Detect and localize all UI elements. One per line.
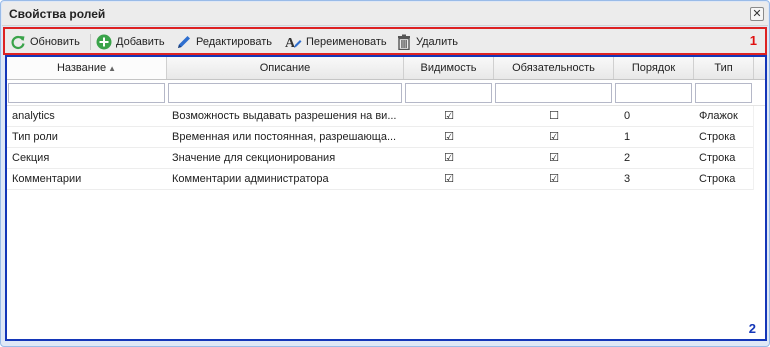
window-titlebar: Свойства ролей ✕ <box>2 2 768 26</box>
refresh-button[interactable]: Обновить <box>10 32 80 51</box>
cell-order: 1 <box>624 131 631 143</box>
delete-icon <box>398 34 410 50</box>
table-row[interactable]: Тип роли Временная или постоянная, разре… <box>7 127 753 148</box>
cell-name: Тип роли <box>12 131 58 143</box>
cell-description: Временная или постоянная, разрешающа... <box>172 131 397 143</box>
cell-type: Строка <box>699 152 736 164</box>
grid-header: Название ▲ Описание Видимость Обязательно… <box>7 57 765 80</box>
close-icon: ✕ <box>752 7 762 20</box>
close-button[interactable]: ✕ <box>750 7 764 21</box>
cell-description: Значение для секционирования <box>172 152 336 164</box>
cell-order: 2 <box>624 152 631 164</box>
table-row[interactable]: Комментарии Комментарии администратора ☑… <box>7 169 753 190</box>
visibility-checkbox[interactable]: ☑ <box>404 148 494 168</box>
rename-button[interactable]: A Переименовать <box>285 32 387 51</box>
edit-icon <box>178 35 190 48</box>
visibility-checkbox[interactable]: ☑ <box>404 127 494 147</box>
add-icon <box>96 34 112 49</box>
cell-type: Строка <box>699 131 736 143</box>
cell-type: Флажок <box>699 110 738 122</box>
refresh-icon <box>11 35 25 49</box>
edit-button[interactable]: Редактировать <box>176 32 272 51</box>
cell-order: 3 <box>624 173 631 185</box>
cell-description: Возможность выдавать разрешения на ви... <box>172 110 397 122</box>
add-label: Добавить <box>116 35 165 48</box>
filter-type-input[interactable] <box>695 83 752 103</box>
required-checkbox[interactable]: ☑ <box>494 127 614 147</box>
sort-ascending-icon: ▲ <box>108 64 117 73</box>
column-header-description[interactable]: Описание <box>167 57 404 79</box>
required-checkbox[interactable]: ☑ <box>494 148 614 168</box>
role-properties-window: Свойства ролей ✕ Обновить Добавить Редак… <box>0 0 770 347</box>
column-header-order[interactable]: Порядок <box>614 57 694 79</box>
svg-text:A: A <box>285 36 296 50</box>
column-header-name[interactable]: Название ▲ <box>7 57 167 79</box>
cell-order: 0 <box>624 110 631 122</box>
filter-name-input[interactable] <box>8 83 165 103</box>
edit-label: Редактировать <box>196 35 272 48</box>
required-checkbox[interactable]: ☑ <box>494 169 614 189</box>
refresh-label: Обновить <box>30 35 80 48</box>
rename-label: Переименовать <box>306 35 387 48</box>
cell-type: Строка <box>699 173 736 185</box>
window-title: Свойства ролей <box>9 7 106 21</box>
add-button[interactable]: Добавить <box>96 32 165 51</box>
visibility-checkbox[interactable]: ☑ <box>404 106 494 126</box>
table-row[interactable]: analytics Возможность выдавать разрешени… <box>7 106 753 127</box>
toolbar-separator <box>90 34 91 50</box>
grid-column-divider <box>753 106 754 190</box>
cell-name: analytics <box>12 110 55 122</box>
filter-description-input[interactable] <box>168 83 402 103</box>
column-header-required[interactable]: Обязательность <box>494 57 614 79</box>
annotation-marker-1: 1 <box>749 33 757 48</box>
delete-button[interactable]: Удалить <box>396 32 458 51</box>
cell-description: Комментарии администратора <box>172 173 329 185</box>
properties-grid: Название ▲ Описание Видимость Обязательно… <box>5 55 767 341</box>
filter-order-input[interactable] <box>615 83 692 103</box>
column-header-visibility[interactable]: Видимость <box>404 57 494 79</box>
visibility-checkbox[interactable]: ☑ <box>404 169 494 189</box>
cell-name: Комментарии <box>12 173 82 185</box>
filter-visibility-input[interactable] <box>405 83 492 103</box>
delete-label: Удалить <box>416 35 458 48</box>
toolbar: Обновить Добавить Редактировать A Переим… <box>3 27 767 55</box>
cell-name: Секция <box>12 152 50 164</box>
annotation-marker-2: 2 <box>748 321 756 336</box>
table-row[interactable]: Секция Значение для секционирования ☑ ☑ … <box>7 148 753 169</box>
rename-icon: A <box>285 36 302 50</box>
filter-required-input[interactable] <box>495 83 612 103</box>
filter-row <box>7 80 765 106</box>
required-checkbox[interactable]: ☐ <box>494 106 614 126</box>
column-header-type[interactable]: Тип <box>694 57 754 79</box>
